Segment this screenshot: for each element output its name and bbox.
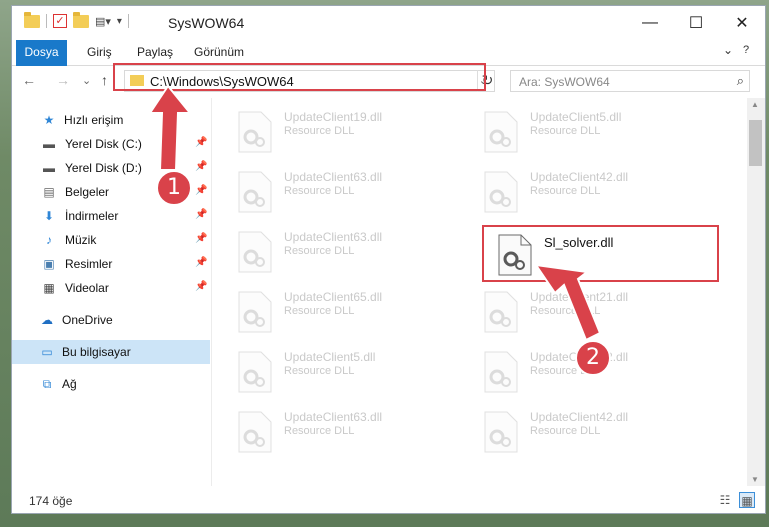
sidebar-item-pictures[interactable]: ▣ Resimler 📌	[12, 252, 210, 276]
dll-file-icon	[484, 171, 518, 213]
help-icon[interactable]: ?	[743, 44, 757, 58]
network-icon: ⧉	[42, 377, 52, 391]
sidebar-item-music[interactable]: ♪ Müzik 📌	[12, 228, 210, 252]
vertical-scrollbar[interactable]: ▲ ▼	[747, 98, 765, 486]
window-controls: — ☐ ✕	[627, 6, 765, 40]
pictures-icon: ▣	[43, 257, 55, 271]
recent-locations-button[interactable]: ⌄	[82, 74, 91, 87]
minimize-button[interactable]: —	[627, 6, 673, 40]
dll-file-icon	[484, 291, 518, 333]
dll-file-icon	[484, 111, 518, 153]
computer-icon: ▭	[41, 345, 53, 359]
address-path[interactable]: C:\Windows\SysWOW64	[150, 74, 294, 89]
file-item[interactable]: UpdateClient21.dll Resource DLL	[458, 288, 688, 338]
cloud-icon: ☁	[41, 313, 53, 327]
dll-file-icon	[484, 351, 518, 393]
new-folder-icon[interactable]	[73, 11, 89, 28]
expand-ribbon-icon[interactable]: ⌄	[723, 43, 733, 57]
up-button[interactable]: ↑	[101, 72, 108, 88]
back-button[interactable]: ←	[22, 72, 36, 88]
search-icon[interactable]: ⌕	[737, 73, 744, 89]
scroll-up-icon[interactable]: ▲	[751, 100, 759, 109]
file-item[interactable]: UpdateClient63.dll Resource DLL	[212, 408, 442, 458]
close-button[interactable]: ✕	[719, 6, 765, 40]
dll-file-icon	[238, 111, 272, 153]
dll-file-icon	[238, 231, 272, 273]
status-bar: 174 öğe ☷ ▦	[12, 489, 765, 513]
music-icon: ♪	[46, 233, 52, 247]
documents-icon: ▤	[43, 185, 55, 199]
file-item[interactable]: UpdateClient5.dll Resource DLL	[458, 108, 688, 158]
window-title: SysWOW64	[168, 15, 245, 31]
search-placeholder: Ara: SysWOW64	[519, 75, 610, 89]
tab-share[interactable]: Paylaş	[137, 40, 173, 65]
file-item[interactable]: UpdateClient42.dll Resource DLL	[458, 168, 688, 218]
dll-file-icon	[238, 411, 272, 453]
details-view-icon[interactable]: ☷	[717, 492, 733, 508]
file-list: UpdateClient19.dll Resource DLL UpdateCl…	[212, 98, 747, 486]
sidebar-item-quick-access[interactable]: ★ Hızlı erişim	[12, 108, 210, 132]
folder-icon	[24, 11, 40, 28]
dll-file-icon	[238, 351, 272, 393]
address-bar[interactable]: C:\Windows\SysWOW64 ⌄	[124, 70, 495, 92]
scroll-down-icon[interactable]: ▼	[751, 475, 759, 484]
refresh-button[interactable]: ↻	[477, 70, 497, 92]
file-item[interactable]: UpdateClient42.dll Resource DLL	[458, 348, 688, 398]
tab-home[interactable]: Giriş	[87, 40, 112, 65]
step-1-badge: 1	[156, 170, 192, 206]
pin-icon: 📌	[195, 233, 208, 244]
file-item[interactable]: UpdateClient63.dll Resource DLL	[212, 228, 442, 278]
customize-qat-icon[interactable]: ▤▾	[95, 15, 111, 28]
downloads-icon: ⬇	[43, 209, 55, 223]
properties-icon[interactable]: ✓	[53, 14, 67, 28]
view-toggles: ☷ ▦	[717, 492, 755, 508]
file-item[interactable]: UpdateClient65.dll Resource DLL	[212, 288, 442, 338]
videos-icon: ▦	[43, 281, 55, 295]
dll-file-icon	[484, 411, 518, 453]
maximize-button[interactable]: ☐	[673, 6, 719, 40]
ribbon-tabs: Dosya Giriş Paylaş Görünüm ⌄ ?	[12, 40, 765, 90]
tiles-view-icon[interactable]: ▦	[739, 492, 755, 508]
pin-icon: 📌	[195, 209, 208, 220]
pin-icon: 📌	[195, 161, 208, 172]
step-2-badge: 2	[575, 340, 611, 376]
scrollbar-thumb[interactable]	[749, 120, 762, 166]
sidebar-item-videos[interactable]: ▦ Videolar 📌	[12, 276, 210, 300]
file-item[interactable]: UpdateClient42.dll Resource DLL	[458, 408, 688, 458]
sidebar-item-downloads[interactable]: ⬇ İndirmeler 📌	[12, 204, 210, 228]
dll-file-icon	[498, 234, 532, 276]
pin-icon: 📌	[195, 137, 208, 148]
dll-file-icon	[238, 291, 272, 333]
drive-icon: ▬	[43, 161, 55, 175]
sidebar-item-onedrive[interactable]: ☁ OneDrive	[12, 308, 210, 332]
pin-icon: 📌	[195, 281, 208, 292]
sidebar-item-network[interactable]: ⧉ Ağ	[12, 372, 210, 396]
file-item-sl-solver[interactable]: Sl_solver.dll	[472, 231, 702, 281]
sidebar-item-local-disk-c[interactable]: ▬ Yerel Disk (C:) 📌	[12, 132, 210, 156]
pin-icon: 📌	[195, 257, 208, 268]
drive-icon: ▬	[43, 137, 55, 151]
quick-access-toolbar: ✓ ▤▾ ▾	[24, 11, 129, 28]
navigation-bar: ← → ⌄ ↑ C:\Windows\SysWOW64 ⌄ ↻ Ara: Sys…	[12, 66, 765, 98]
qat-dropdown-icon[interactable]: ▾	[117, 16, 122, 27]
item-count: 174 öğe	[29, 494, 73, 508]
folder-icon	[130, 75, 144, 86]
title-bar: ✓ ▤▾ ▾ SysWOW64 — ☐ ✕	[12, 6, 765, 40]
file-item[interactable]: UpdateClient19.dll Resource DLL	[212, 108, 442, 158]
navigation-pane: ★ Hızlı erişim ▬ Yerel Disk (C:) 📌 ▬ Yer…	[12, 98, 212, 486]
forward-button[interactable]: →	[56, 72, 70, 88]
file-item[interactable]: UpdateClient5.dll Resource DLL	[212, 348, 442, 398]
star-icon: ★	[43, 113, 55, 127]
pin-icon: 📌	[195, 185, 208, 196]
tab-view[interactable]: Görünüm	[194, 40, 244, 65]
dll-file-icon	[238, 171, 272, 213]
sidebar-item-this-pc[interactable]: ▭ Bu bilgisayar	[12, 340, 210, 364]
explorer-window: ✓ ▤▾ ▾ SysWOW64 — ☐ ✕ Dosya Giriş Paylaş…	[11, 5, 766, 514]
file-item[interactable]: UpdateClient63.dll Resource DLL	[212, 168, 442, 218]
search-input[interactable]: Ara: SysWOW64 ⌕	[510, 70, 750, 92]
